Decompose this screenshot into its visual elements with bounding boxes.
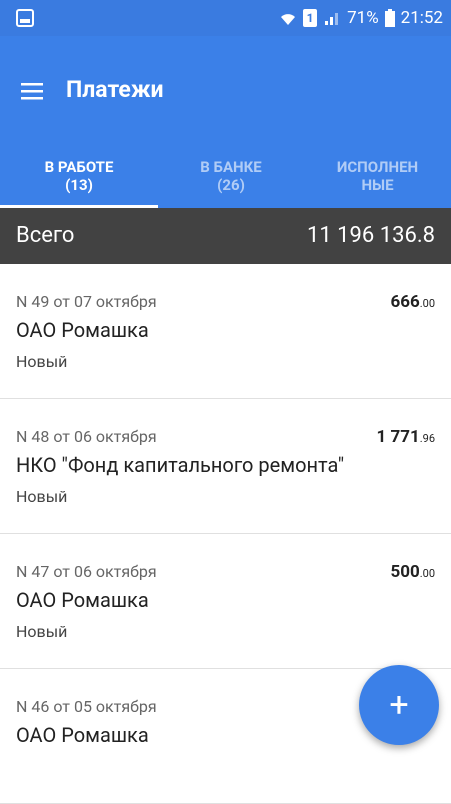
tab-label-line1: В РАБОТЕ [44, 158, 114, 176]
tab-executed[interactable]: ИСПОЛНЕН НЫЕ [304, 144, 451, 208]
battery-percent: 71% [347, 8, 379, 28]
payment-amount: 500.00 [390, 562, 435, 582]
total-bar: Всего 11 196 136.8 [0, 208, 451, 264]
total-label: Всего [16, 223, 75, 248]
tab-label-line1: В БАНКЕ [200, 158, 262, 176]
list-item[interactable]: N 47 от 06 октября 500.00 ОАО Ромашка Но… [0, 534, 451, 669]
tab-in-bank[interactable]: В БАНКЕ (26) [158, 144, 304, 208]
clock: 21:52 [400, 8, 443, 28]
tab-label-line2: (26) [217, 176, 245, 194]
payment-recipient: НКО "Фонд капитального ремонта" [16, 453, 345, 477]
payment-amount: 666.00 [390, 292, 435, 312]
signal-icon [323, 10, 341, 26]
list-item[interactable]: N 48 от 06 октября 1 771.96 НКО "Фонд ка… [0, 399, 451, 534]
payment-recipient: ОАО Ромашка [16, 318, 149, 342]
total-value: 11 196 136.8 [307, 223, 435, 248]
battery-icon [384, 9, 395, 27]
add-payment-button[interactable]: + [359, 665, 439, 745]
payment-recipient: ОАО Ромашка [16, 588, 149, 612]
payment-status: Новый [16, 622, 68, 641]
menu-icon[interactable] [20, 78, 46, 104]
list-item[interactable]: N 49 от 07 октября 666.00 ОАО Ромашка Но… [0, 264, 451, 399]
tab-label-line2: (13) [65, 176, 93, 194]
tab-label-line1: ИСПОЛНЕН [336, 158, 419, 176]
tab-bar: В РАБОТЕ (13) В БАНКЕ (26) ИСПОЛНЕН НЫЕ [0, 144, 451, 208]
plus-icon: + [389, 685, 409, 725]
payment-amount: 1 771.96 [376, 427, 435, 447]
payment-status: Новый [16, 352, 68, 371]
sim-icon: 1 [303, 9, 318, 27]
status-icons: 1 71% 21:52 [279, 0, 443, 36]
payment-recipient: ОАО Ромашка [16, 723, 149, 747]
payment-meta: N 46 от 05 октября [16, 697, 157, 716]
screenshot-notification-icon [16, 9, 34, 27]
status-bar: 1 71% 21:52 [0, 0, 451, 36]
app-bar: Платежи [0, 36, 451, 144]
payment-status: Новый [16, 487, 68, 506]
wifi-icon [279, 9, 297, 27]
page-title: Платежи [66, 76, 164, 103]
payment-meta: N 49 от 07 октября [16, 292, 157, 311]
payment-meta: N 47 от 06 октября [16, 562, 157, 581]
payment-meta: N 48 от 06 октября [16, 427, 157, 446]
tab-in-work[interactable]: В РАБОТЕ (13) [0, 144, 158, 208]
tab-label-line2: НЫЕ [361, 176, 394, 194]
